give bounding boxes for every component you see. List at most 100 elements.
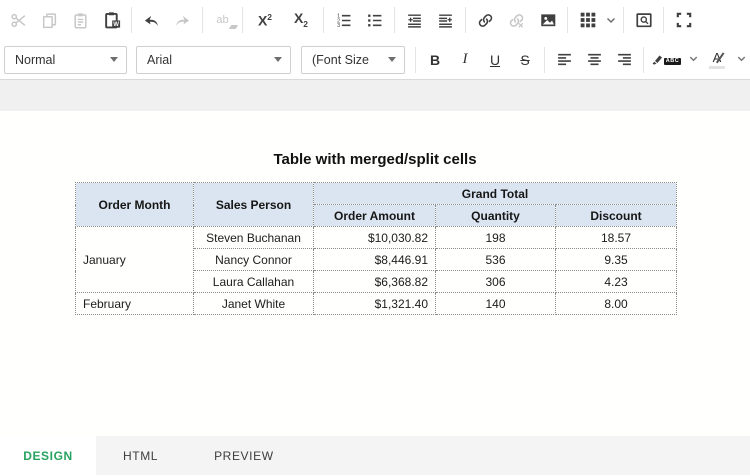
editor-canvas[interactable]: Table with merged/split cells Order Mont… — [0, 111, 750, 436]
fullscreen-button[interactable] — [668, 3, 699, 37]
copy-button[interactable] — [34, 3, 65, 37]
eraser-icon — [228, 25, 237, 29]
redo-icon — [173, 11, 192, 30]
link-icon — [477, 12, 494, 29]
table-cell[interactable]: Janet White — [194, 293, 314, 315]
image-icon — [539, 11, 557, 29]
table-cell[interactable]: 8.00 — [556, 293, 677, 315]
document-title[interactable]: Table with merged/split cells — [0, 151, 750, 168]
content-table[interactable]: Order MonthSales PersonGrand TotalOrder … — [75, 182, 677, 315]
paste-icon — [72, 12, 89, 29]
toolbar-separator — [623, 7, 624, 33]
paste-from-word-button[interactable]: W — [96, 3, 127, 37]
align-left-icon — [556, 51, 573, 68]
table-cell[interactable]: 18.57 — [556, 227, 677, 249]
chevron-down-icon — [688, 51, 699, 69]
table-cell[interactable]: 4.23 — [556, 271, 677, 293]
svg-text:3: 3 — [337, 23, 340, 29]
font-color-icon: A — [713, 51, 722, 64]
table-header-cell[interactable]: Grand Total — [314, 183, 677, 205]
font-color-button[interactable]: A — [702, 43, 732, 77]
highlight-color-dropdown-button[interactable] — [684, 43, 702, 77]
paragraph-format-dropdown[interactable]: Normal — [4, 46, 127, 74]
chevron-down-icon — [388, 57, 396, 62]
bullet-list-icon — [366, 12, 383, 29]
toolbar-separator — [415, 47, 416, 73]
table-cell[interactable]: $10,030.82 — [314, 227, 436, 249]
table-cell[interactable]: 140 — [436, 293, 556, 315]
increase-indent-icon — [437, 12, 454, 29]
align-left-button[interactable] — [549, 43, 579, 77]
table-header-cell[interactable]: Order Month — [76, 183, 194, 227]
table-cell[interactable]: $6,368.82 — [314, 271, 436, 293]
align-right-button[interactable] — [609, 43, 639, 77]
undo-button[interactable] — [136, 3, 167, 37]
table-grid-icon — [579, 11, 597, 29]
print-preview-button[interactable] — [628, 3, 659, 37]
chevron-down-icon — [110, 57, 118, 62]
table-cell[interactable]: 9.35 — [556, 249, 677, 271]
table-cell[interactable]: 536 — [436, 249, 556, 271]
editor-margin-strip — [0, 80, 750, 111]
table-cell[interactable]: $1,321.40 — [314, 293, 436, 315]
toolbar-separator — [131, 7, 132, 33]
table-header-cell[interactable]: Quantity — [436, 205, 556, 227]
insert-table-button[interactable] — [572, 3, 603, 37]
redo-button[interactable] — [167, 3, 198, 37]
subscript-button[interactable]: X2 — [283, 3, 319, 37]
superscript-icon: X2 — [258, 13, 272, 28]
cut-button[interactable] — [3, 3, 34, 37]
font-color-dropdown-button[interactable] — [732, 43, 750, 77]
fullscreen-icon — [675, 11, 693, 29]
paste-button[interactable] — [65, 3, 96, 37]
superscript-button[interactable]: X2 — [247, 3, 283, 37]
toolbar-separator — [663, 7, 664, 33]
paragraph-format-value: Normal — [15, 53, 104, 67]
ordered-list-icon: 123 — [335, 12, 352, 29]
tab-html[interactable]: HTML — [113, 449, 168, 463]
strikethrough-button[interactable]: S — [510, 43, 540, 77]
insert-table-dropdown-button[interactable] — [603, 3, 619, 37]
table-cell[interactable]: February — [76, 293, 194, 315]
italic-button[interactable]: I — [450, 43, 480, 77]
font-size-dropdown[interactable]: (Font Size — [301, 46, 405, 74]
align-center-button[interactable] — [579, 43, 609, 77]
font-family-dropdown[interactable]: Arial — [136, 46, 291, 74]
unlink-icon — [508, 12, 525, 29]
tab-preview[interactable]: PREVIEW — [204, 449, 284, 463]
table-cell[interactable]: Steven Buchanan — [194, 227, 314, 249]
bold-button[interactable]: B — [420, 43, 450, 77]
unlink-button[interactable] — [501, 3, 532, 37]
table-header-cell[interactable]: Order Amount — [314, 205, 436, 227]
table-cell[interactable]: 306 — [436, 271, 556, 293]
link-button[interactable] — [470, 3, 501, 37]
rich-text-editor: W ab X2 X2 123 — [0, 0, 750, 476]
undo-icon — [142, 11, 161, 30]
underline-button[interactable]: U — [480, 43, 510, 77]
highlight-color-button[interactable]: ABC — [648, 43, 684, 77]
table-cell[interactable]: 198 — [436, 227, 556, 249]
table-cell[interactable]: Nancy Connor — [194, 249, 314, 271]
font-family-value: Arial — [147, 53, 268, 67]
toolbar-separator — [202, 7, 203, 33]
toolbar-separator — [643, 47, 644, 73]
spellcheck-icon: ab — [216, 15, 228, 26]
table-cell[interactable]: January — [76, 227, 194, 293]
chevron-down-icon — [736, 51, 747, 69]
decrease-indent-button[interactable] — [399, 3, 430, 37]
bullet-list-button[interactable] — [359, 3, 390, 37]
table-header-cell[interactable]: Sales Person — [194, 183, 314, 227]
increase-indent-button[interactable] — [430, 3, 461, 37]
table-cell[interactable]: Laura Callahan — [194, 271, 314, 293]
toolbar-separator — [242, 7, 243, 33]
table-header-cell[interactable]: Discount — [556, 205, 677, 227]
spellcheck-button[interactable]: ab — [207, 3, 238, 37]
table-cell[interactable]: $8,446.91 — [314, 249, 436, 271]
toolbar-separator — [544, 47, 545, 73]
font-color-bar — [709, 66, 725, 69]
insert-image-button[interactable] — [532, 3, 563, 37]
ordered-list-button[interactable]: 123 — [328, 3, 359, 37]
toolbar-separator — [567, 7, 568, 33]
toolbar-format: Normal Arial (Font Size B I U S — [0, 40, 750, 80]
tab-design[interactable]: DESIGN — [0, 436, 96, 475]
